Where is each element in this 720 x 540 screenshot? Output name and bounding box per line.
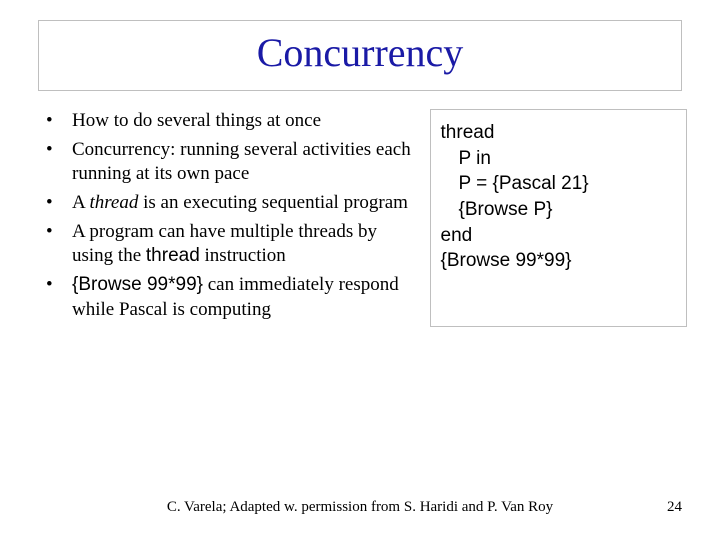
slide-body: How to do several things at once Concurr… bbox=[38, 109, 682, 327]
code-line: {Browse 99*99} bbox=[441, 248, 677, 274]
text-fragment: instruction bbox=[200, 245, 286, 266]
keyword-thread: thread bbox=[146, 245, 200, 266]
bullet-item: Concurrency: running several activities … bbox=[38, 138, 412, 187]
code-line: P in bbox=[441, 146, 677, 172]
text-fragment: A bbox=[72, 192, 89, 213]
slide-title: Concurrency bbox=[51, 29, 669, 76]
page-number: 24 bbox=[667, 499, 682, 516]
code-line: {Browse P} bbox=[441, 197, 677, 223]
title-container: Concurrency bbox=[38, 20, 682, 91]
footer-credit: C. Varela; Adapted w. permission from S.… bbox=[0, 499, 720, 516]
bullet-column: How to do several things at once Concurr… bbox=[38, 109, 412, 327]
bullet-item: A thread is an executing sequential prog… bbox=[38, 191, 412, 216]
code-box: thread P in P = {Pascal 21} {Browse P} e… bbox=[430, 109, 688, 327]
slide: Concurrency How to do several things at … bbox=[0, 0, 720, 540]
bullet-item: {Browse 99*99} can immediately respond w… bbox=[38, 273, 412, 322]
code-line: P = {Pascal 21} bbox=[441, 171, 677, 197]
bullet-list: How to do several things at once Concurr… bbox=[38, 109, 412, 323]
inline-code: {Browse 99*99} bbox=[72, 274, 203, 295]
text-fragment: is an executing sequential program bbox=[138, 192, 408, 213]
code-line: end bbox=[441, 223, 677, 249]
slide-footer: C. Varela; Adapted w. permission from S.… bbox=[0, 499, 720, 516]
code-text: P bbox=[459, 148, 477, 169]
code-keyword-in: in bbox=[476, 148, 491, 169]
emphasis-thread: thread bbox=[89, 192, 138, 213]
bullet-item: A program can have multiple threads by u… bbox=[38, 220, 412, 269]
code-line: thread bbox=[441, 120, 677, 146]
bullet-item: How to do several things at once bbox=[38, 109, 412, 134]
